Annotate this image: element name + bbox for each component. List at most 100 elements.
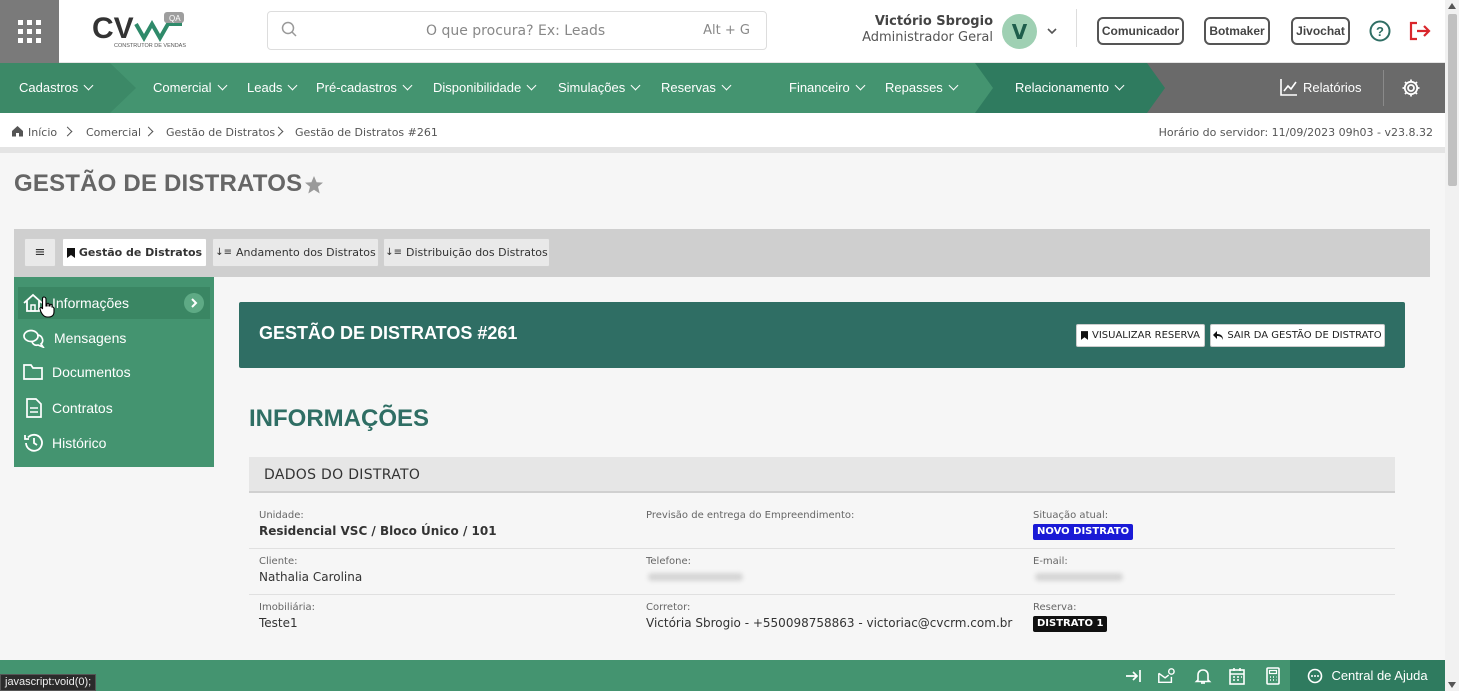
chevron-down-icon [630, 80, 641, 91]
cliente-label: Cliente: [259, 556, 298, 567]
distrato-header-card: GESTÃO DE DISTRATOS #261 VISUALIZAR RESE… [239, 302, 1405, 368]
calendar-icon[interactable] [1228, 667, 1246, 685]
home-icon [12, 126, 23, 137]
collapse-right-icon[interactable] [1124, 667, 1142, 685]
help-center-button[interactable]: Central de Ajuda [1290, 660, 1445, 691]
search-input[interactable]: O que procura? Ex: Leads [426, 23, 605, 39]
hamburger-icon: ≡ [34, 245, 46, 260]
document-icon [26, 398, 42, 418]
nav-repasses[interactable]: Repasses [885, 80, 959, 95]
nav-cadastros[interactable]: Cadastros [19, 80, 94, 95]
view-reservation-button[interactable]: VISUALIZAR RESERVA [1076, 324, 1205, 347]
logout-icon[interactable] [1408, 20, 1432, 42]
breadcrumb-current: Gestão de Distratos #261 [295, 126, 438, 139]
chevron-down-icon [402, 80, 413, 91]
telefone-label: Telefone: [646, 556, 691, 567]
card-title: GESTÃO DE DISTRATOS #261 [259, 323, 518, 343]
side-item-mensagens[interactable]: Mensagens [22, 328, 126, 348]
chevron-down-icon [1114, 80, 1125, 91]
nav-relacionamento[interactable]: Relacionamento [1015, 80, 1125, 95]
apps-grid-button[interactable] [0, 0, 59, 63]
search-icon [281, 21, 297, 37]
svg-text:QA: QA [169, 14, 181, 23]
menu-toggle-button[interactable]: ≡ [24, 238, 56, 267]
chevron-right-icon[interactable] [184, 293, 204, 313]
group-header: DADOS DO DISTRATO [249, 457, 1395, 493]
chat-bubble-icon [1308, 668, 1323, 683]
info-row: Imobiliária: Teste1 Corretor: Victória S… [249, 595, 1395, 639]
favorite-star-icon[interactable] [304, 175, 324, 195]
avatar[interactable]: V [1002, 14, 1037, 49]
chevron-down-icon [287, 80, 298, 91]
help-icon[interactable]: ? [1369, 20, 1391, 42]
breadcrumb: Início Comercial Gestão de Distratos Ges… [0, 113, 1445, 153]
nav-relatorios[interactable]: Relatórios [1303, 80, 1362, 95]
folder-icon [23, 364, 43, 380]
chevron-down-icon [855, 80, 866, 91]
breadcrumb-inicio[interactable]: Início [28, 126, 57, 139]
grid-icon [18, 20, 41, 43]
nav-divider [1383, 70, 1384, 106]
tab-bar: ≡ Gestão de Distratos ↓≡ Andamento dos Di… [14, 229, 1430, 277]
status-badge: NOVO DISTRATO [1033, 524, 1134, 540]
info-row: Cliente: Nathalia Carolina Telefone: E-m… [249, 549, 1395, 595]
top-header: CV QA CONSTRUTOR DE VENDAS O que procura… [0, 0, 1445, 63]
search-shortcut: Alt + G [703, 23, 750, 38]
logo[interactable]: CV QA CONSTRUTOR DE VENDAS [92, 10, 188, 50]
sort-icon: ↓≡ [385, 247, 403, 258]
situacao-label: Situação atual: [1033, 510, 1109, 521]
breadcrumb-gestao[interactable]: Gestão de Distratos [166, 126, 275, 139]
tab-andamento[interactable]: ↓≡ Andamento dos Distratos [212, 238, 379, 267]
chevron-down-icon [948, 80, 959, 91]
nav-financeiro[interactable]: Financeiro [789, 80, 866, 95]
status-bar-url: javascript:void(0); [0, 674, 97, 691]
comunicador-button[interactable]: Comunicador [1097, 17, 1184, 45]
page-title: GESTÃO DE DISTRATOS [14, 170, 303, 197]
unidade-label: Unidade: [259, 510, 304, 521]
tab-distribuicao[interactable]: ↓≡ Distribuição dos Distratos [383, 238, 550, 267]
user-role: Administrador Geral [862, 30, 993, 45]
bookmark-icon [66, 247, 75, 258]
chevron-down-icon [217, 80, 227, 91]
gear-icon[interactable] [1401, 78, 1421, 98]
mail-notification-icon[interactable] [1157, 667, 1175, 685]
unidade-value: Residencial VSC / Bloco Único / 101 [259, 524, 497, 538]
jivochat-button[interactable]: Jivochat [1291, 17, 1350, 45]
messages-icon [23, 329, 45, 348]
search-box[interactable]: O que procura? Ex: Leads Alt + G [267, 11, 767, 50]
tab-gestao-distratos[interactable]: Gestão de Distratos [62, 238, 207, 267]
reserva-badge: DISTRATO 1 [1033, 616, 1108, 632]
side-item-documentos[interactable]: Documentos [22, 363, 131, 381]
nav-comercial[interactable]: Comercial [153, 80, 227, 95]
botmaker-button[interactable]: Botmaker [1204, 17, 1270, 45]
side-item-contratos[interactable]: Contratos [24, 398, 113, 418]
telefone-blurred [648, 573, 743, 581]
svg-text:CV: CV [92, 12, 134, 45]
nav-leads[interactable]: Leads [247, 80, 298, 95]
sort-icon: ↓≡ [215, 247, 232, 258]
user-name: Victório Sbrogio [874, 14, 993, 29]
vertical-scrollbar[interactable] [1445, 0, 1459, 691]
corretor-value: Victória Sbrogio - +550098758863 - victo… [646, 616, 1013, 630]
side-item-historico[interactable]: Histórico [23, 433, 106, 453]
chevron-down-icon[interactable] [1045, 24, 1059, 38]
bell-icon[interactable] [1194, 667, 1212, 685]
section-title: INFORMAÇÕES [249, 405, 429, 432]
nav-reservas[interactable]: Reservas [661, 80, 732, 95]
cv-logo-icon: CV QA CONSTRUTOR DE VENDAS [92, 12, 186, 49]
nav-disponibilidade[interactable]: Disponibilidade [433, 80, 537, 95]
bookmark-icon [1080, 331, 1088, 340]
calculator-icon[interactable] [1264, 667, 1282, 685]
user-info[interactable]: Victório Sbrogio Administrador Geral [860, 14, 993, 45]
footer-bar: Central de Ajuda [0, 660, 1445, 691]
previsao-label: Previsão de entrega do Empreendimento: [646, 510, 855, 521]
chevron-down-icon [83, 80, 94, 91]
nav-simulacoes[interactable]: Simulações [558, 80, 641, 95]
server-time: Horário do servidor: 11/09/2023 09h03 - … [1158, 126, 1433, 139]
svg-text:?: ? [1376, 24, 1384, 39]
imobiliaria-label: Imobiliária: [259, 602, 316, 613]
exit-distrato-button[interactable]: SAIR DA GESTÃO DE DISTRATO [1210, 324, 1385, 347]
main-nav: Cadastros Comercial Leads Pré-cadastros … [0, 63, 1445, 113]
nav-pre-cadastros[interactable]: Pré-cadastros [316, 80, 413, 95]
breadcrumb-comercial[interactable]: Comercial [86, 126, 141, 139]
